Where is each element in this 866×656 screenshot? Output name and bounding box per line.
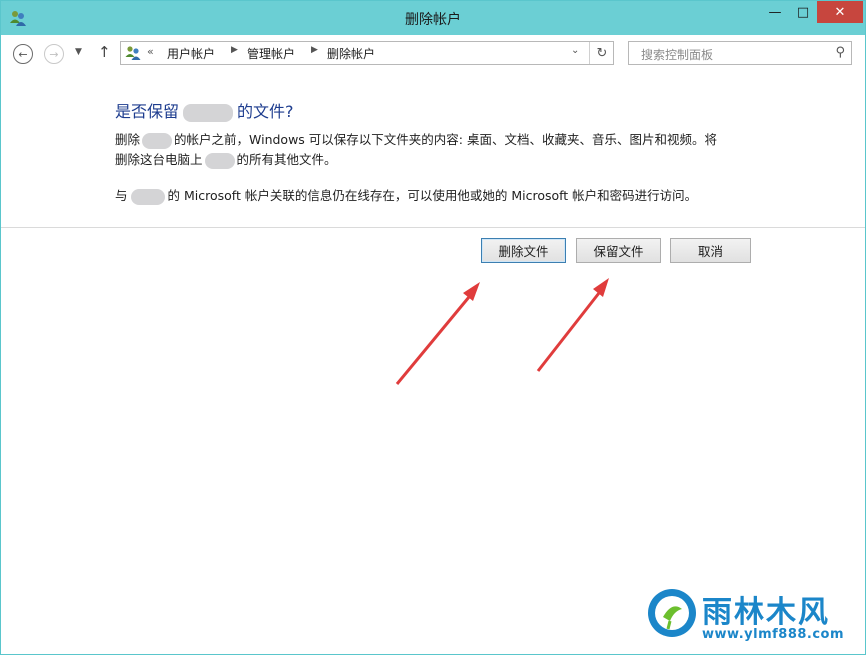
heading-suffix: 的文件?	[237, 102, 294, 121]
heading-prefix: 是否保留	[115, 102, 180, 121]
cancel-button[interactable]: 取消	[670, 238, 751, 263]
close-icon[interactable]: ✕	[817, 1, 863, 23]
annotation-arrow-icon	[536, 278, 609, 372]
description-line-2: 删除这台电脑上 的所有其他文件。	[115, 149, 337, 169]
description-text: 的帐户之前，Windows 可以保存以下文件夹的内容: 桌面、文档、收藏夹、音乐…	[174, 132, 717, 147]
refresh-icon[interactable]: ↻	[589, 42, 614, 64]
breadcrumb-user-accounts[interactable]: 用户帐户	[167, 45, 215, 62]
watermark-name: 雨林木风	[702, 595, 830, 630]
watermark: 雨林木风 www.ylmf888.com	[646, 587, 861, 651]
breadcrumb-delete-account[interactable]: 删除帐户	[327, 45, 375, 62]
window-title: 删除帐户	[405, 12, 461, 28]
description-text: 与	[115, 188, 128, 203]
breadcrumb-separator-icon[interactable]: ▶	[311, 45, 318, 55]
delete-files-button[interactable]: 删除文件	[481, 238, 566, 263]
search-input[interactable]: 搜索控制面板 ⚲	[628, 41, 852, 65]
description-line-1: 删除 的帐户之前，Windows 可以保存以下文件夹的内容: 桌面、文档、收藏夹、…	[115, 129, 717, 149]
search-icon[interactable]: ⚲	[835, 45, 845, 60]
breadcrumb-manage-accounts[interactable]: 管理帐户	[247, 45, 295, 62]
watermark-url: www.ylmf888.com	[702, 627, 845, 642]
up-arrow-icon[interactable]: ↑	[98, 43, 111, 61]
forward-arrow-icon[interactable]: →	[44, 44, 64, 64]
address-bar[interactable]: « 用户帐户 ▶ 管理帐户 ▶ 删除帐户 ⌄ ↻	[120, 41, 614, 65]
breadcrumb-overflow[interactable]: «	[147, 45, 154, 58]
page-title: 是否保留 的文件?	[115, 98, 294, 122]
breadcrumb-separator-icon[interactable]: ▶	[231, 45, 238, 55]
annotation-arrow-icon	[395, 282, 480, 385]
maximize-icon[interactable]: □	[789, 1, 817, 23]
chevron-down-icon[interactable]: ▼	[75, 47, 82, 57]
delete-account-window: 删除帐户 — □ ✕ ← → ▼ ↑ « 用户帐户 ▶ 管理帐户 ▶ 删除帐户 …	[0, 0, 866, 655]
redacted-username	[204, 152, 235, 169]
navigation-bar: ← → ▼ ↑ « 用户帐户 ▶ 管理帐户 ▶ 删除帐户 ⌄ ↻ 搜索控制面板 …	[1, 35, 865, 75]
divider	[1, 227, 865, 228]
keep-files-button[interactable]: 保留文件	[576, 238, 661, 263]
description-text: 的 Microsoft 帐户关联的信息仍在线存在，可以使用他或她的 Micros…	[167, 188, 698, 203]
address-dropdown-icon[interactable]: ⌄	[571, 45, 579, 56]
title-bar[interactable]: 删除帐户 — □ ✕	[1, 1, 865, 35]
search-placeholder: 搜索控制面板	[641, 48, 714, 62]
watermark-logo-icon	[648, 589, 696, 637]
description-line-3: 与 的 Microsoft 帐户关联的信息仍在线存在，可以使用他或她的 Micro…	[115, 185, 697, 205]
description-text: 删除	[115, 132, 141, 147]
description-text: 的所有其他文件。	[236, 152, 337, 167]
minimize-icon[interactable]: —	[761, 1, 789, 23]
redacted-username	[130, 188, 165, 205]
back-arrow-icon[interactable]: ←	[13, 44, 33, 64]
redacted-username	[142, 132, 173, 149]
description-text: 删除这台电脑上	[115, 152, 203, 167]
user-accounts-icon	[125, 46, 141, 60]
redacted-username	[183, 103, 234, 122]
